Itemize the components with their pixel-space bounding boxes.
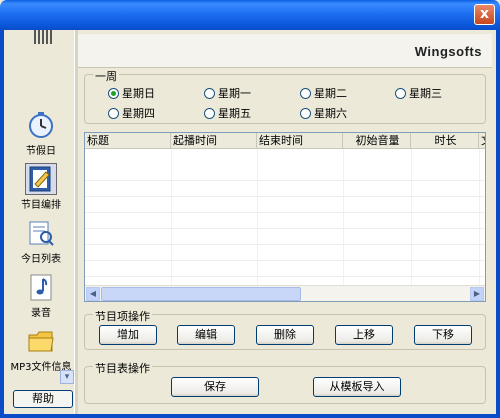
radio-dot — [108, 107, 119, 119]
radio-dot — [108, 87, 119, 99]
scrollbar-thumb[interactable] — [101, 287, 301, 301]
radio-thursday[interactable]: 星期四 — [108, 105, 155, 121]
sidebar-item-label: 节目编排 — [21, 200, 61, 211]
table-row — [85, 261, 485, 277]
column-header-title[interactable]: 标题 — [85, 133, 171, 149]
sidebar-item-mp3-info[interactable]: MP3文件信息 — [8, 326, 74, 373]
column-header-start-time[interactable]: 起播时间 — [171, 133, 257, 149]
radio-sunday[interactable]: 星期日 — [108, 85, 155, 101]
clock-icon — [26, 110, 56, 140]
table-grid-line — [257, 149, 258, 286]
radio-dot — [300, 87, 311, 99]
radio-monday[interactable]: 星期一 — [204, 85, 251, 101]
table-header: 标题 起播时间 结束时间 初始音量 时长 文 — [85, 133, 485, 149]
sidebar-item-record[interactable]: 录音 — [8, 272, 74, 319]
sidebar-item-label: 今日列表 — [21, 254, 61, 265]
radio-label: 星期日 — [122, 87, 155, 100]
radio-label: 星期六 — [314, 107, 347, 120]
music-note-icon — [26, 272, 56, 302]
radio-dot — [300, 107, 311, 119]
brand-name: Wingsofts — [414, 44, 482, 59]
logo-icon — [34, 30, 54, 44]
radio-wednesday[interactable]: 星期三 — [395, 85, 442, 101]
radio-dot — [204, 87, 215, 99]
radio-label: 星期二 — [314, 87, 347, 100]
table-grid-line — [411, 149, 412, 286]
help-button[interactable]: 帮助 — [13, 390, 73, 408]
week-group-title: 一周 — [93, 68, 119, 84]
banner: Wingsofts — [78, 34, 492, 68]
table-row — [85, 213, 485, 229]
column-header-duration[interactable]: 时长 — [411, 133, 479, 149]
table-grid-line — [479, 149, 480, 286]
item-ops-group: 节目项操作 增加 编辑 删除 上移 下移 — [84, 308, 486, 350]
table-row — [85, 229, 485, 245]
sidebar-item-holidays[interactable]: 节假日 — [8, 110, 74, 157]
horizontal-scrollbar[interactable]: ◀ ▶ — [85, 285, 485, 301]
sidebar-item-schedule[interactable]: 节目编排 — [8, 163, 74, 211]
sidebar-item-label: 录音 — [31, 308, 51, 319]
radio-label: 星期一 — [218, 87, 251, 100]
table-ops-title: 节目表操作 — [93, 360, 152, 376]
radio-saturday[interactable]: 星期六 — [300, 105, 347, 121]
table-row — [85, 165, 485, 181]
schedule-table[interactable]: 标题 起播时间 结束时间 初始音量 时长 文 ◀ ▶ — [84, 132, 486, 302]
column-header-end-time[interactable]: 结束时间 — [257, 133, 343, 149]
radio-label: 星期三 — [409, 87, 442, 100]
delete-button[interactable]: 删除 — [256, 325, 314, 345]
add-button[interactable]: 增加 — [99, 325, 157, 345]
save-button[interactable]: 保存 — [171, 377, 259, 397]
radio-label: 星期四 — [122, 107, 155, 120]
sidebar-item-today-list[interactable]: 今日列表 — [8, 218, 74, 265]
table-row — [85, 245, 485, 261]
column-header-file[interactable]: 文 — [479, 133, 485, 149]
scroll-left-icon[interactable]: ◀ — [86, 287, 100, 301]
table-grid-line — [343, 149, 344, 286]
close-button[interactable]: x — [474, 4, 495, 25]
title-bar: x — [0, 0, 500, 30]
main-content: Wingsofts 一周 星期日 星期一 星期二 星期三 星期四 星期五 星期六… — [78, 30, 492, 414]
item-ops-title: 节目项操作 — [93, 308, 152, 324]
radio-label: 星期五 — [218, 107, 251, 120]
week-group: 一周 星期日 星期一 星期二 星期三 星期四 星期五 星期六 — [84, 68, 486, 124]
table-grid-line — [171, 149, 172, 286]
table-ops-group: 节目表操作 保存 从模板导入 — [84, 360, 486, 404]
radio-dot — [395, 87, 406, 99]
move-down-button[interactable]: 下移 — [414, 325, 472, 345]
sidebar-scroll-down-button[interactable]: ▾ — [60, 370, 74, 384]
radio-dot — [204, 107, 215, 119]
import-from-template-button[interactable]: 从模板导入 — [313, 377, 401, 397]
sidebar-item-label: 节假日 — [26, 146, 56, 157]
sidebar: 节假日 节目编排 今日列表 录音 MP3文件信息 ▾ 帮助 — [8, 30, 78, 414]
table-row — [85, 197, 485, 213]
column-header-initial-volume[interactable]: 初始音量 — [343, 133, 411, 149]
radio-tuesday[interactable]: 星期二 — [300, 85, 347, 101]
scroll-right-icon[interactable]: ▶ — [470, 287, 484, 301]
edit-icon — [25, 163, 57, 195]
move-up-button[interactable]: 上移 — [335, 325, 393, 345]
folder-icon — [26, 326, 56, 356]
radio-friday[interactable]: 星期五 — [204, 105, 251, 121]
edit-button[interactable]: 编辑 — [177, 325, 235, 345]
list-search-icon — [26, 218, 56, 248]
table-row — [85, 181, 485, 197]
